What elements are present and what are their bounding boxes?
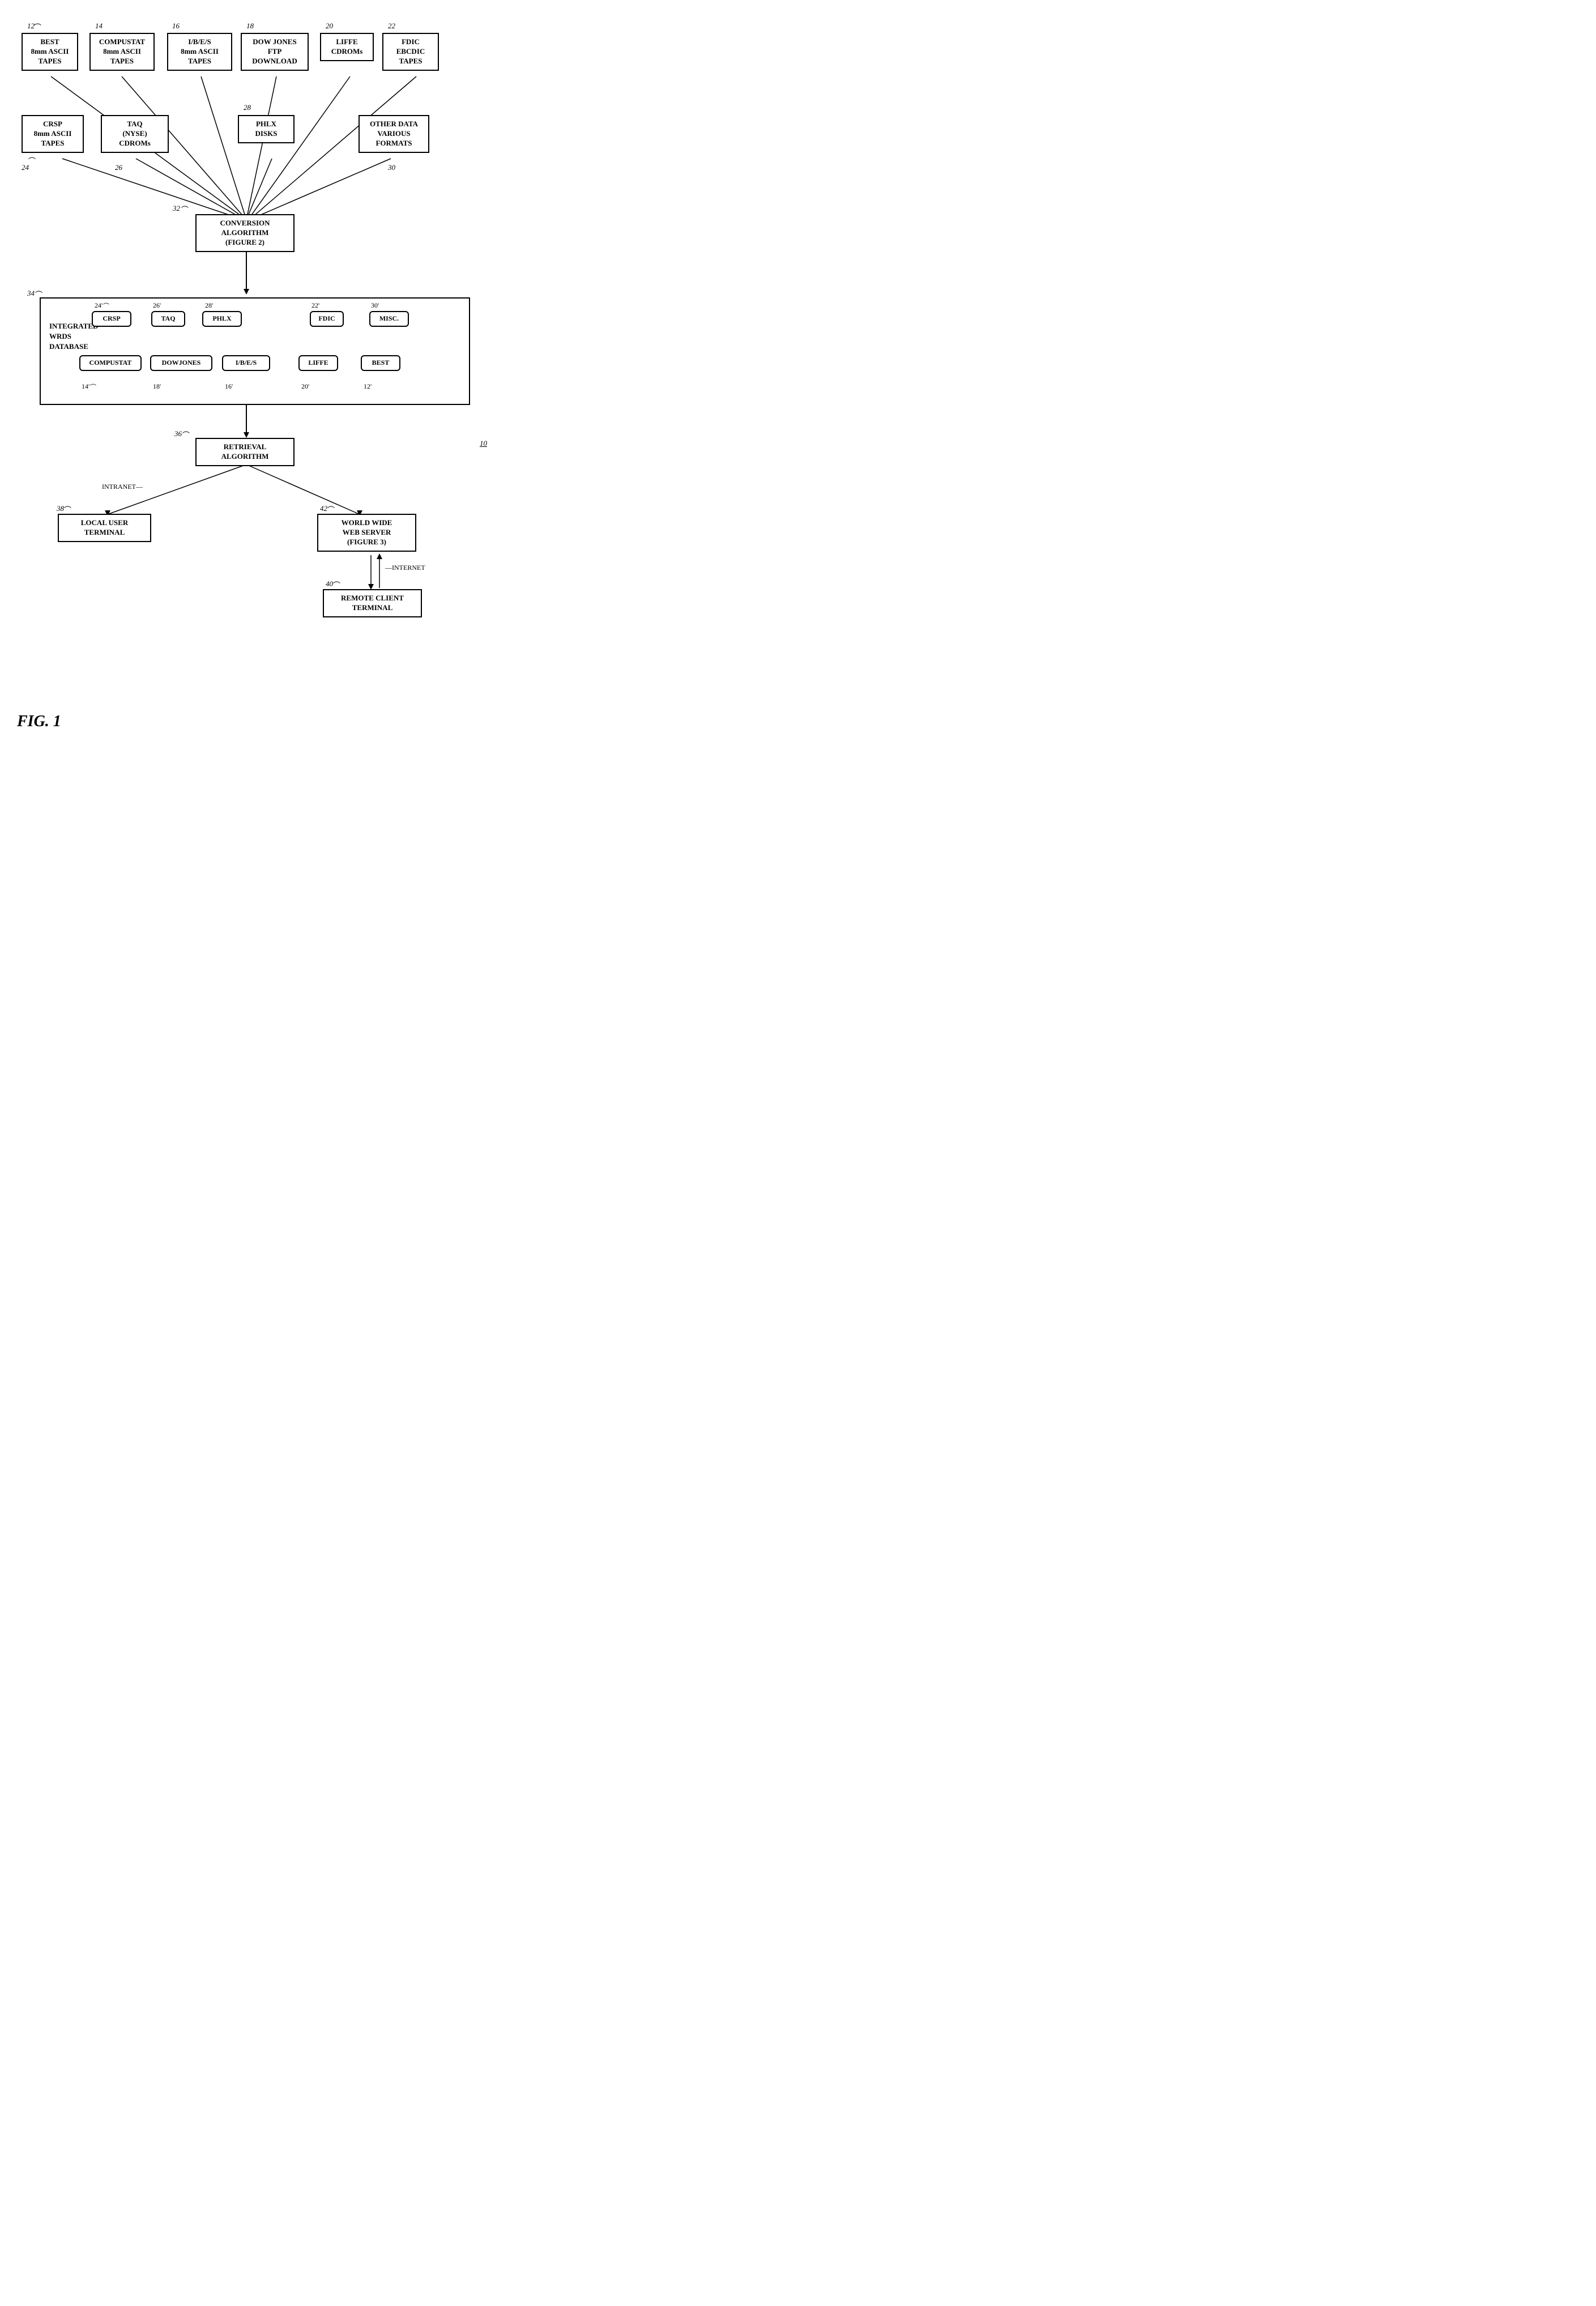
- internet-label: —INTERNET: [385, 564, 425, 572]
- box-best: BEST8mm ASCIITAPES: [22, 33, 78, 71]
- ref-26: 26: [115, 163, 122, 172]
- database-box: INTEGRATEDWRDSDATABASE 24' ⌒ CRSP 26' TA…: [40, 297, 470, 405]
- database-label: INTEGRATEDWRDSDATABASE: [49, 321, 98, 352]
- ref-26p: 26': [153, 301, 161, 310]
- ref-30p: 30': [371, 301, 379, 310]
- db-taq: TAQ: [151, 311, 185, 327]
- box-local-terminal: LOCAL USERTERMINAL: [58, 514, 151, 542]
- ref-12p: 12': [364, 382, 372, 391]
- ref-30: 30: [388, 163, 395, 172]
- brace-14p: ⌒: [90, 382, 96, 391]
- db-misc: MISC.: [369, 311, 409, 327]
- brace-36: ⌒: [182, 429, 190, 440]
- box-taq: TAQ(NYSE)CDROMs: [101, 115, 169, 153]
- ref-28p: 28': [205, 301, 213, 310]
- ref-14: 14: [95, 22, 103, 31]
- box-remote-terminal: REMOTE CLIENTTERMINAL: [323, 589, 422, 617]
- db-ibes: I/B/E/S: [222, 355, 270, 371]
- db-best: BEST: [361, 355, 400, 371]
- ref-16: 16: [172, 22, 180, 31]
- intranet-label: INTRANET—: [102, 483, 143, 491]
- db-dowjones: DOWJONES: [150, 355, 212, 371]
- ref-22: 22: [388, 22, 395, 31]
- ref-20: 20: [326, 22, 333, 31]
- db-compustat: COMPUSTAT: [79, 355, 142, 371]
- ref-18: 18: [246, 22, 254, 31]
- ref-28: 28: [244, 103, 251, 112]
- db-fdic: FDIC: [310, 311, 344, 327]
- ref-10: 10: [480, 439, 487, 448]
- box-conversion: CONVERSIONALGORITHM(FIGURE 2): [195, 214, 295, 252]
- ref-38: 38: [57, 504, 64, 513]
- brace-12: ⌒: [34, 22, 41, 32]
- ref-20p: 20': [301, 382, 309, 391]
- ref-36: 36: [174, 429, 182, 438]
- ref-24p: 24': [95, 301, 103, 310]
- brace-24: ⌒: [28, 155, 36, 166]
- box-ibes: I/B/E/S8mm ASCIITAPES: [167, 33, 232, 71]
- box-phlx: PHLXDISKS: [238, 115, 295, 143]
- box-fdic: FDICEBCDICTAPES: [382, 33, 439, 71]
- box-web-server: WORLD WIDEWEB SERVER(FIGURE 3): [317, 514, 416, 552]
- db-crsp: CRSP: [92, 311, 131, 327]
- box-liffe: LIFFECDROMs: [320, 33, 374, 61]
- box-other: OTHER DATAVARIOUSFORMATS: [359, 115, 429, 153]
- ref-34: 34: [27, 289, 35, 298]
- ref-18p: 18': [153, 382, 161, 391]
- ref-16p: 16': [225, 382, 233, 391]
- db-liffe: LIFFE: [298, 355, 338, 371]
- ref-42: 42: [320, 504, 327, 513]
- db-phlx: PHLX: [202, 311, 242, 327]
- figure-label: FIG. 1: [17, 713, 61, 731]
- box-crsp: CRSP8mm ASCIITAPES: [22, 115, 84, 153]
- ref-14p: 14': [82, 382, 89, 391]
- brace-24p: ⌒: [103, 301, 109, 310]
- ref-40: 40: [326, 579, 333, 589]
- ref-22p: 22': [311, 301, 319, 310]
- box-compustat: COMPUSTAT8mm ASCIITAPES: [89, 33, 155, 71]
- brace-32: ⌒: [181, 204, 189, 215]
- ref-32: 32: [173, 204, 180, 213]
- box-dowjones: DOW JONESFTPDOWNLOAD: [241, 33, 309, 71]
- box-retrieval: RETRIEVALALGORITHM: [195, 438, 295, 466]
